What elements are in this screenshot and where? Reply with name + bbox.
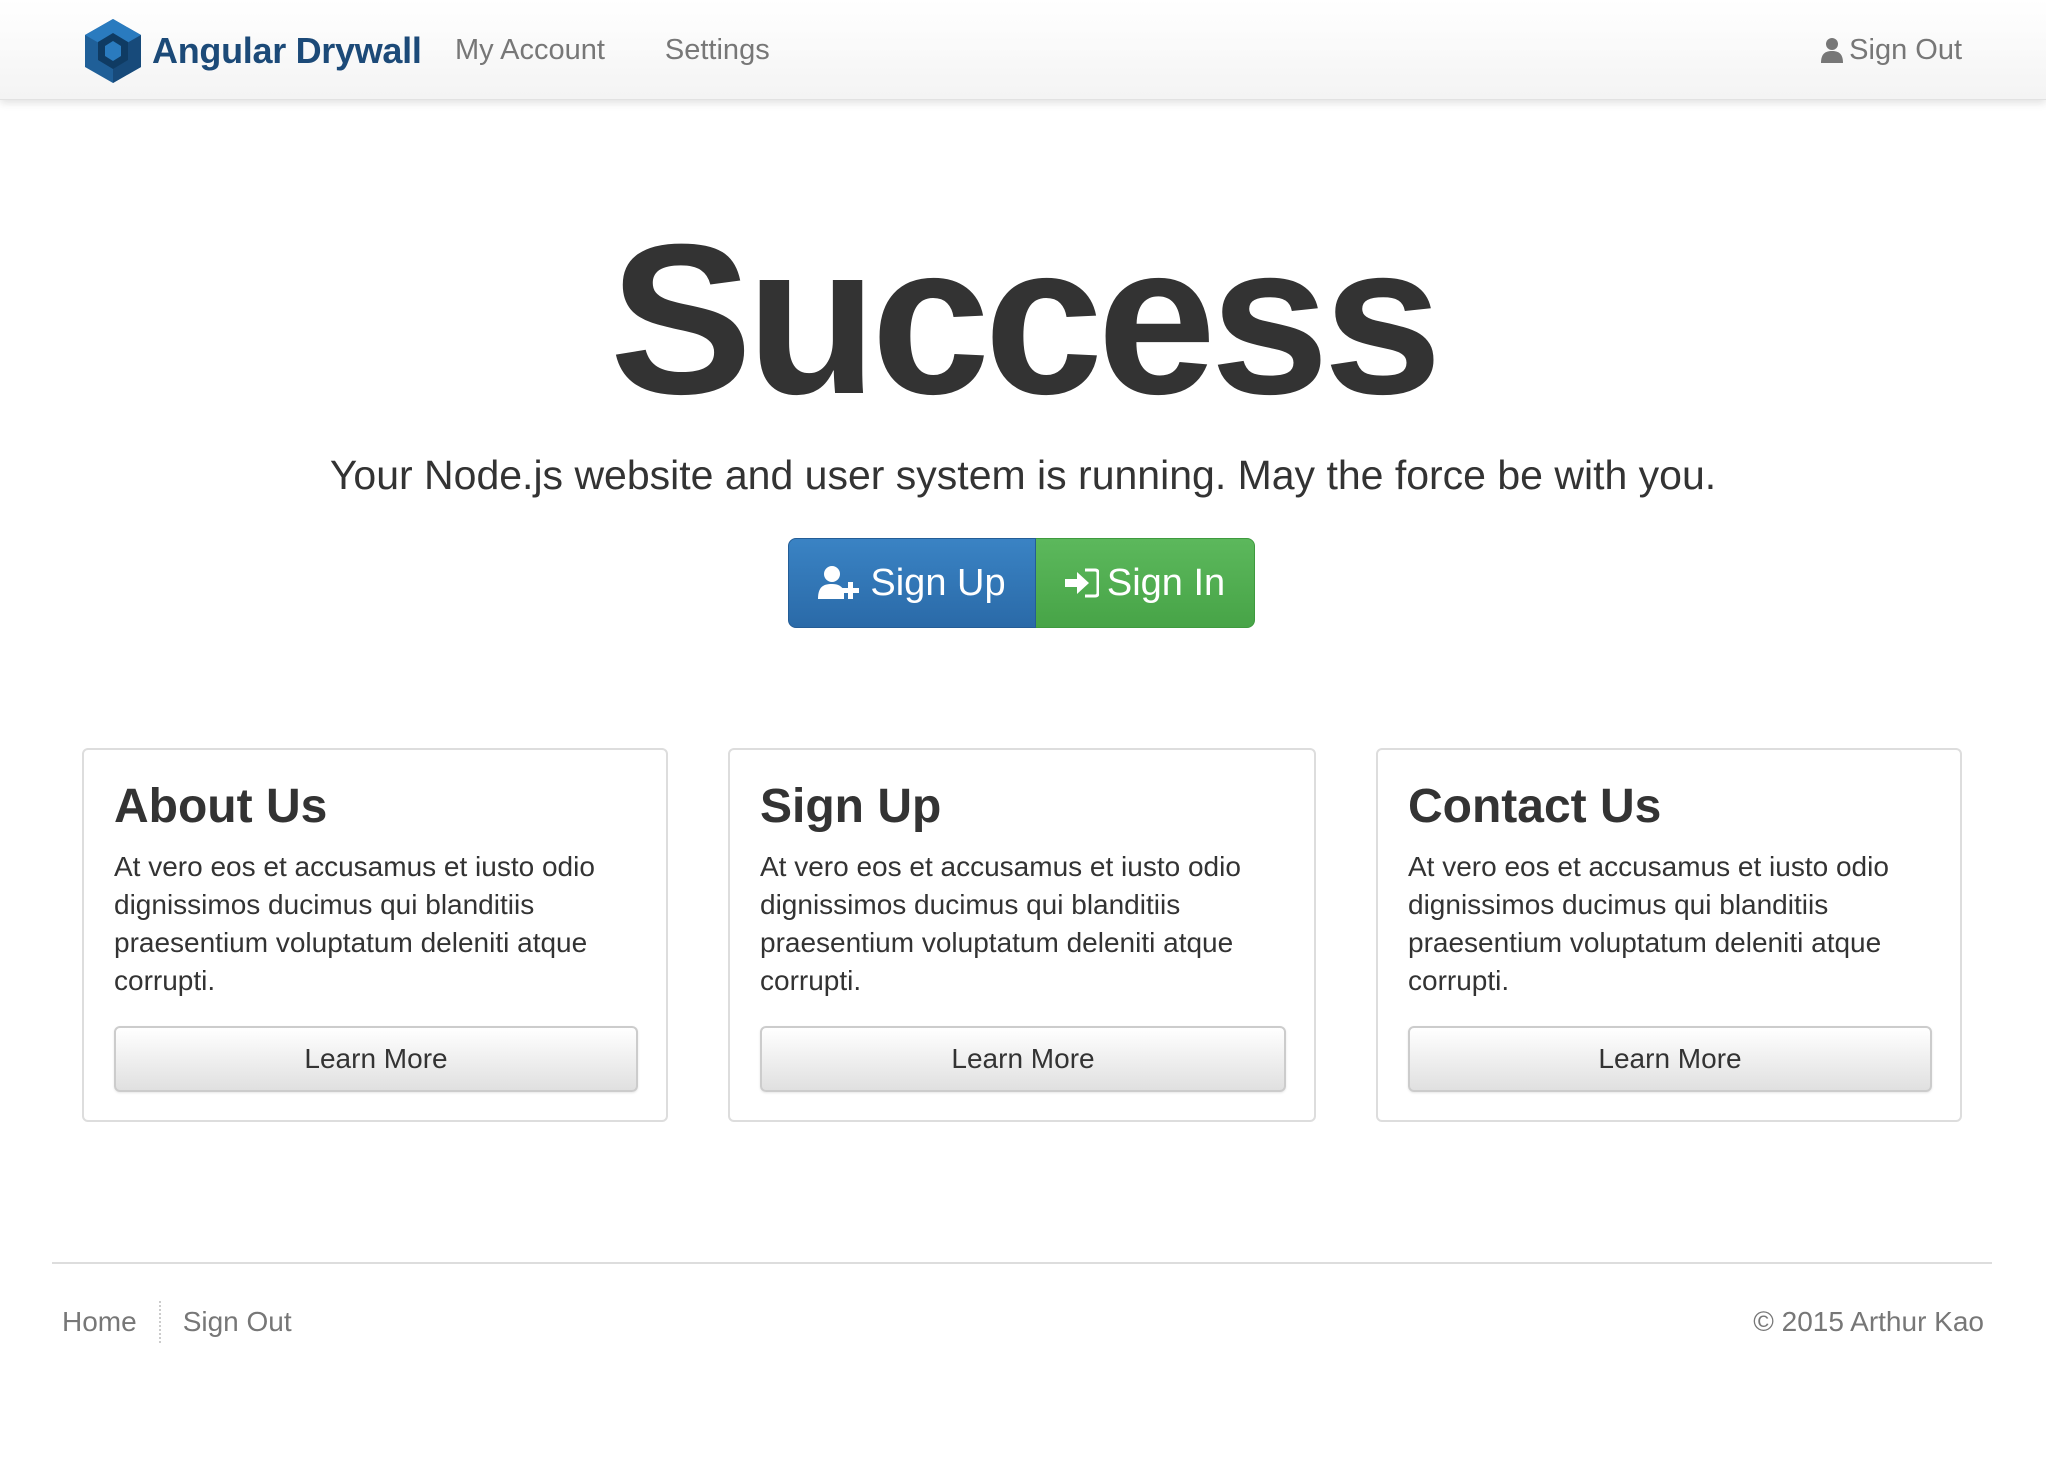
hero-button-group: Sign Up Sign In [788, 538, 1255, 628]
card-text: At vero eos et accusamus et iusto odio d… [760, 851, 1241, 996]
hero-lead: Your Node.js website and user system is … [329, 452, 1717, 498]
card-text: At vero eos et accusamus et iusto odio d… [114, 851, 595, 996]
card-title: Sign Up [760, 780, 942, 833]
sign-in-button[interactable]: Sign In [1036, 538, 1255, 628]
nav-my-account[interactable]: My Account [455, 34, 605, 67]
learn-more-button[interactable]: Learn More [114, 1026, 638, 1092]
about-us-card: About Us At vero eos et accusamus et ius… [82, 748, 668, 1122]
footer-links: Home Sign Out [62, 1300, 292, 1344]
brand-link[interactable]: Angular Drywall [84, 18, 422, 84]
footer-separator [158, 1301, 161, 1343]
nav-settings[interactable]: Settings [665, 34, 770, 67]
learn-more-button[interactable]: Learn More [1408, 1026, 1932, 1092]
hero-title: Success [609, 200, 1443, 439]
user-icon [1821, 38, 1844, 63]
card-text: At vero eos et accusamus et iusto odio d… [1408, 851, 1889, 996]
card-title: Contact Us [1408, 780, 1662, 833]
nav-links: My Account Settings [455, 0, 830, 100]
footer-sign-out-link[interactable]: Sign Out [183, 1306, 292, 1338]
hexagon-logo-icon [85, 19, 141, 83]
nav-sign-out[interactable]: Sign Out [1821, 0, 1962, 100]
footer-copyright: © 2015 Arthur Kao [1753, 1306, 1984, 1337]
sign-up-label: Sign Up [870, 561, 1006, 604]
user-plus-icon [818, 566, 860, 599]
sign-up-card: Sign Up At vero eos et accusamus et iust… [728, 748, 1316, 1122]
brand-name: Angular Drywall [152, 30, 422, 71]
sign-in-label: Sign In [1106, 561, 1226, 604]
sign-up-button[interactable]: Sign Up [788, 538, 1036, 628]
sign-in-icon [1064, 568, 1099, 598]
footer-home-link[interactable]: Home [62, 1306, 137, 1338]
learn-more-button[interactable]: Learn More [760, 1026, 1286, 1092]
sign-out-label: Sign Out [1849, 33, 1962, 66]
top-navbar: Angular Drywall My Account Settings Sign… [0, 0, 2046, 100]
footer-divider [52, 1262, 1992, 1264]
contact-us-card: Contact Us At vero eos et accusamus et i… [1376, 748, 1962, 1122]
card-title: About Us [114, 780, 328, 833]
